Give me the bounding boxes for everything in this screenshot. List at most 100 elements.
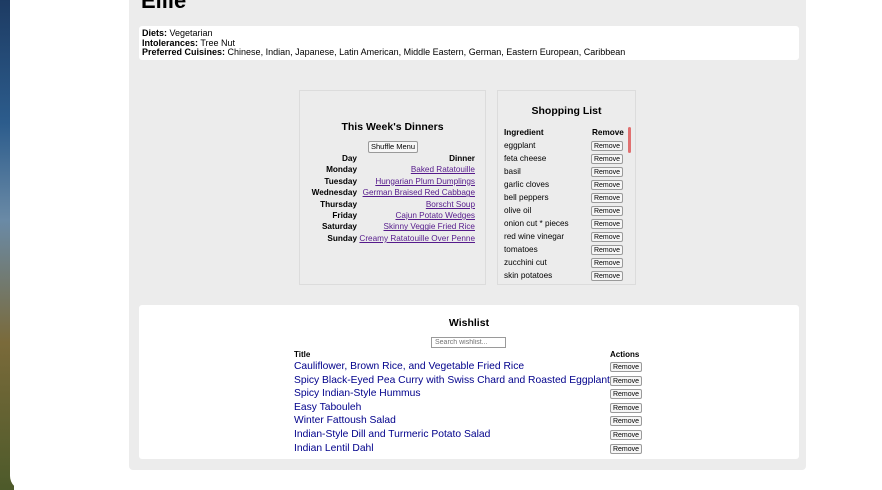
shopping-heading: Shopping List	[531, 105, 602, 117]
wishlist-row: Cauliflower, Brown Rice, and Vegetable F…	[294, 360, 654, 374]
shopping-item: red wine vinegar Remove	[504, 230, 630, 243]
recipe-title[interactable]: Indian-Style Dill and Turmeric Potato Sa…	[294, 429, 490, 440]
wishlist-search-input[interactable]	[431, 337, 506, 348]
dinners-heading: This Week's Dinners	[341, 121, 444, 133]
remove-wishlist-button[interactable]: Remove	[610, 416, 642, 427]
remove-wishlist-button[interactable]: Remove	[610, 362, 642, 372]
shopping-header-row: Ingredient Remove	[504, 126, 630, 139]
remove-wishlist-button[interactable]: Remove	[610, 389, 642, 400]
remove-wishlist-button[interactable]: Remove	[610, 375, 642, 386]
shopping-item: garlic cloves Remove	[504, 178, 630, 191]
ingredient-name: tomatoes	[504, 245, 538, 254]
day-label: Wednesday	[311, 188, 357, 198]
wishlist-header-row: Title Actions	[294, 350, 654, 360]
dinner-row: Sunday Creamy Ratatouille Over Penne	[300, 233, 487, 244]
title-column-header: Title	[294, 350, 311, 359]
day-label: Friday	[332, 210, 357, 220]
recipe-title[interactable]: Cauliflower, Brown Rice, and Vegetable F…	[294, 361, 524, 372]
shopping-item: onion cut * pieces Remove	[504, 217, 630, 230]
day-label: Saturday	[321, 222, 357, 232]
dinner-row: Wednesday German Braised Red Cabbage	[300, 187, 487, 198]
intolerances-value: Tree Nut	[200, 37, 236, 48]
wishlist-table: Title Actions Cauliflower, Brown Rice, a…	[294, 350, 654, 455]
ingredient-name: skin potatoes	[504, 271, 553, 280]
remove-wishlist-button[interactable]: Remove	[610, 402, 642, 413]
day-label: Sunday	[327, 233, 357, 243]
dinner-link[interactable]: Cajun Potato Wedges	[395, 210, 475, 221]
dinner-link[interactable]: Hungarian Plum Dumplings	[375, 176, 475, 187]
recipe-title[interactable]: Indian Lentil Dahl	[294, 443, 374, 454]
dinner-link[interactable]: Skinny Veggie Fried Rice	[384, 221, 475, 232]
day-label: Thursday	[320, 199, 357, 209]
wishlist-card: Wishlist Title Actions Cauliflower, Brow…	[139, 305, 799, 459]
dinner-link[interactable]: German Braised Red Cabbage	[363, 187, 475, 198]
shopping-item: feta cheese Remove	[504, 152, 630, 165]
day-label: Tuesday	[324, 176, 357, 186]
dinner-row: Saturday Skinny Veggie Fried Rice	[300, 221, 487, 232]
remove-wishlist-button[interactable]: Remove	[610, 443, 642, 454]
wishlist-row: Spicy Indian-Style Hummus Remove	[294, 387, 654, 401]
shopping-list-card: Shopping List Ingredient Remove eggplant…	[497, 90, 636, 285]
remove-ingredient-button[interactable]: Remove	[591, 166, 623, 177]
preferences-box: Diets: Vegetarian Intolerances: Tree Nut…	[139, 26, 799, 60]
cuisines-label: Preferred Cuisines:	[142, 47, 226, 57]
recipe-title[interactable]: Spicy Black-Eyed Pea Curry with Swiss Ch…	[294, 375, 610, 386]
dinner-link[interactable]: Creamy Ratatouille Over Penne	[359, 233, 475, 244]
shopping-item: eggplant Remove	[504, 139, 630, 152]
remove-ingredient-button[interactable]: Remove	[591, 153, 623, 164]
recipe-title[interactable]: Spicy Indian-Style Hummus	[294, 388, 420, 399]
ingredient-name: onion cut * pieces	[504, 219, 569, 228]
wishlist-row: Easy Tabouleh Remove	[294, 401, 654, 415]
dinner-row: Thursday Borscht Soup	[300, 199, 487, 210]
actions-column-header: Actions	[610, 350, 640, 359]
wishlist-heading: Wishlist	[448, 317, 490, 329]
diets-value: Vegetarian	[169, 28, 213, 38]
remove-ingredient-button[interactable]: Remove	[591, 231, 623, 242]
dinner-link[interactable]: Baked Ratatouille	[411, 164, 475, 175]
page-title: Ellie	[141, 0, 187, 13]
remove-ingredient-button[interactable]: Remove	[591, 179, 623, 190]
dinner-link[interactable]: Borscht Soup	[426, 199, 475, 210]
recipe-title[interactable]: Winter Fattoush Salad	[294, 415, 396, 426]
wishlist-row: Spicy Black-Eyed Pea Curry with Swiss Ch…	[294, 374, 654, 388]
browser-window: Ellie Diets: Vegetarian Intolerances: Tr…	[10, 0, 882, 490]
dinners-header-row: Day Dinner	[300, 153, 487, 164]
ingredient-name: red wine vinegar	[504, 232, 565, 241]
remove-ingredient-button[interactable]: Remove	[591, 218, 623, 229]
shopping-item: tomatoes Remove	[504, 243, 630, 256]
intolerances-label: Intolerances:	[142, 37, 199, 48]
dinner-row: Tuesday Hungarian Plum Dumplings	[300, 176, 487, 187]
remove-ingredient-button[interactable]: Remove	[591, 257, 623, 268]
shopping-item: basil Remove	[504, 165, 630, 178]
ingredient-name: eggplant	[504, 141, 536, 150]
remove-ingredient-button[interactable]: Remove	[591, 244, 623, 255]
ingredient-column-header: Ingredient	[504, 128, 544, 137]
shopping-item: olive oil Remove	[504, 204, 630, 217]
wishlist-row: Indian Lentil Dahl Remove	[294, 442, 654, 456]
shuffle-menu-button[interactable]: Shuffle Menu	[368, 141, 418, 153]
recipe-title[interactable]: Easy Tabouleh	[294, 402, 361, 413]
remove-ingredient-button[interactable]: Remove	[591, 270, 623, 281]
day-column-header: Day	[341, 154, 357, 163]
dinner-row: Friday Cajun Potato Wedges	[300, 210, 487, 221]
remove-column-header: Remove	[592, 128, 624, 137]
remove-wishlist-button[interactable]: Remove	[610, 429, 642, 440]
dinner-column-header: Dinner	[449, 154, 475, 163]
dinners-table: Day Dinner Monday Baked Ratatouille Tuesd…	[300, 153, 487, 244]
remove-ingredient-button[interactable]: Remove	[591, 192, 623, 203]
ingredient-name: basil	[504, 167, 521, 176]
day-label: Monday	[326, 165, 357, 175]
remove-ingredient-button[interactable]: Remove	[591, 205, 623, 216]
ingredient-name: zucchini cut	[504, 258, 547, 267]
diets-line: Diets: Vegetarian	[142, 28, 799, 39]
shopping-table: Ingredient Remove eggplant Remove feta ch…	[504, 126, 630, 282]
ingredient-name: olive oil	[504, 206, 532, 215]
dinner-row: Monday Baked Ratatouille	[300, 164, 487, 175]
wishlist-row: Indian-Style Dill and Turmeric Potato Sa…	[294, 428, 654, 442]
meal-planner-panel: Ellie Diets: Vegetarian Intolerances: Tr…	[129, 0, 806, 470]
shopping-item: zucchini cut Remove	[504, 256, 630, 269]
shopping-item: bell peppers Remove	[504, 191, 630, 204]
remove-ingredient-button[interactable]: Remove	[591, 140, 623, 151]
ingredient-name: feta cheese	[504, 154, 547, 163]
ingredient-name: garlic cloves	[504, 180, 550, 189]
